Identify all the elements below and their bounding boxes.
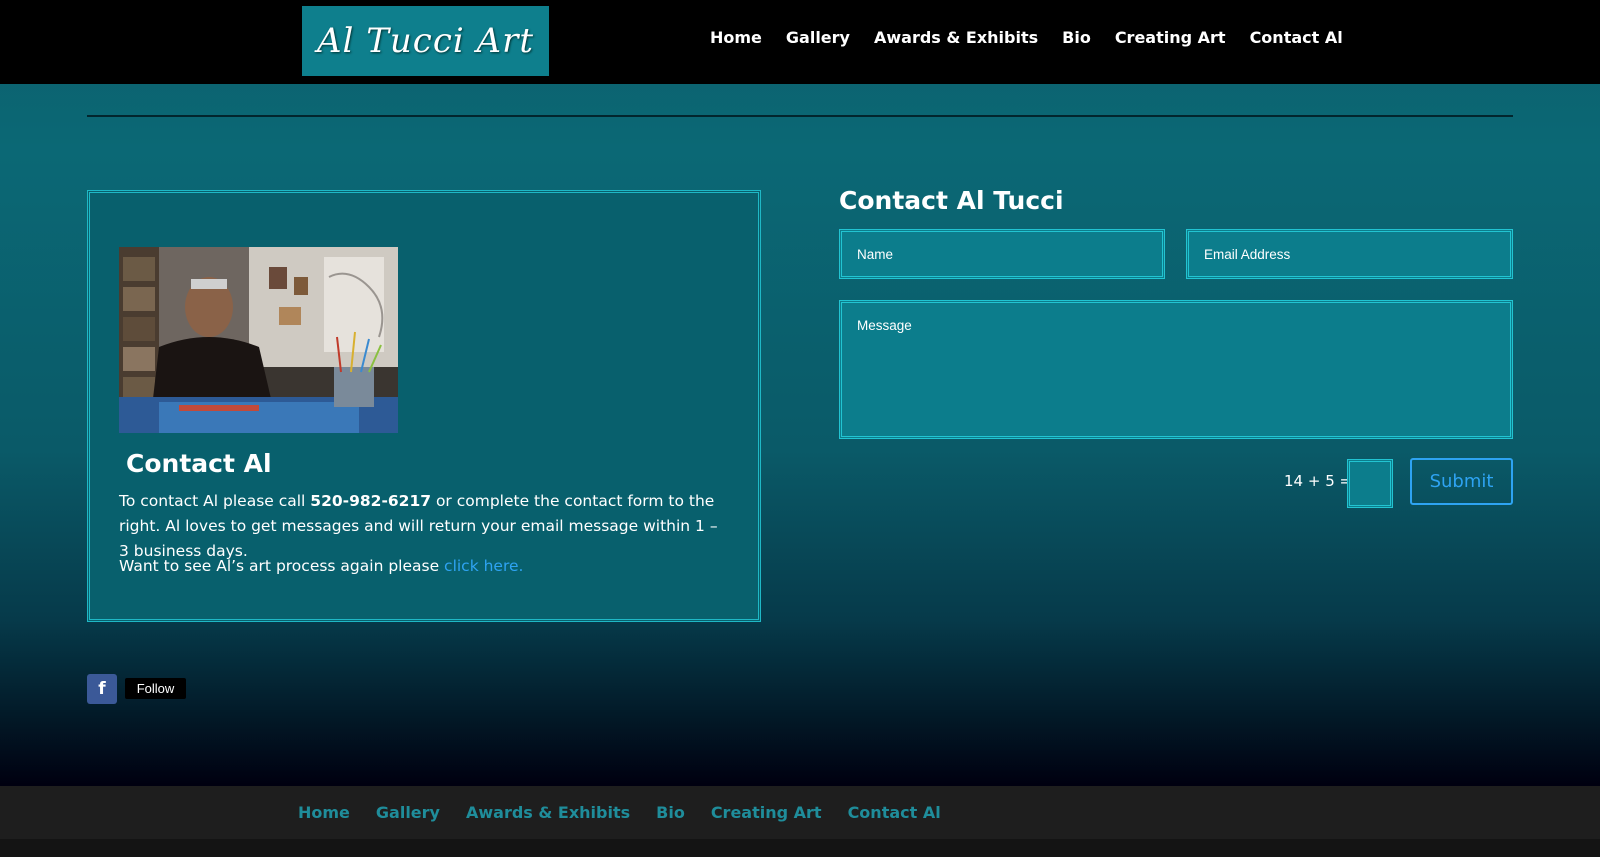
footer-nav-home[interactable]: Home xyxy=(298,803,350,822)
footer-nav-gallery[interactable]: Gallery xyxy=(376,803,440,822)
name-input[interactable]: Name xyxy=(839,229,1165,279)
submit-button[interactable]: Submit xyxy=(1410,458,1513,505)
site-logo[interactable]: Al Tucci Art xyxy=(302,6,549,76)
nav-contact-al[interactable]: Contact Al xyxy=(1250,28,1343,47)
footer-nav-bio[interactable]: Bio xyxy=(656,803,685,822)
site-footer: Home Gallery Awards & Exhibits Bio Creat… xyxy=(0,786,1600,839)
captcha-input[interactable] xyxy=(1347,459,1393,508)
captcha-label: 14 + 5 = xyxy=(1284,472,1353,490)
email-input[interactable]: Email Address xyxy=(1186,229,1513,279)
nav-creating-art[interactable]: Creating Art xyxy=(1115,28,1226,47)
nav-awards-exhibits[interactable]: Awards & Exhibits xyxy=(874,28,1038,47)
process-text: Want to see Al’s art process again pleas… xyxy=(119,557,445,575)
site-header: Al Tucci Art Home Gallery Awards & Exhib… xyxy=(0,0,1600,84)
bottom-bar xyxy=(0,839,1600,857)
nav-home[interactable]: Home xyxy=(710,28,762,47)
main-nav: Home Gallery Awards & Exhibits Bio Creat… xyxy=(710,28,1367,47)
message-textarea[interactable]: Message xyxy=(839,300,1513,439)
nav-gallery[interactable]: Gallery xyxy=(786,28,850,47)
contact-info-box: Contact Al To contact Al please call 520… xyxy=(87,190,761,622)
contact-paragraph: To contact Al please call 520-982-6217 o… xyxy=(119,489,719,564)
process-paragraph: Want to see Al’s art process again pleas… xyxy=(119,554,719,579)
footer-nav-creating-art[interactable]: Creating Art xyxy=(711,803,822,822)
process-link[interactable]: click here. xyxy=(444,557,523,575)
footer-nav: Home Gallery Awards & Exhibits Bio Creat… xyxy=(298,803,967,822)
divider xyxy=(87,115,1513,117)
footer-nav-awards-exhibits[interactable]: Awards & Exhibits xyxy=(466,803,630,822)
form-title: Contact Al Tucci xyxy=(839,186,1064,215)
contact-heading: Contact Al xyxy=(126,449,272,478)
follow-button[interactable]: Follow xyxy=(125,678,186,699)
phone-number: 520-982-6217 xyxy=(310,492,432,510)
contact-text-before: To contact Al please call xyxy=(119,492,311,510)
nav-bio[interactable]: Bio xyxy=(1062,28,1091,47)
footer-nav-contact-al[interactable]: Contact Al xyxy=(848,803,941,822)
facebook-icon[interactable]: f xyxy=(87,674,117,704)
artist-photo xyxy=(119,247,398,433)
